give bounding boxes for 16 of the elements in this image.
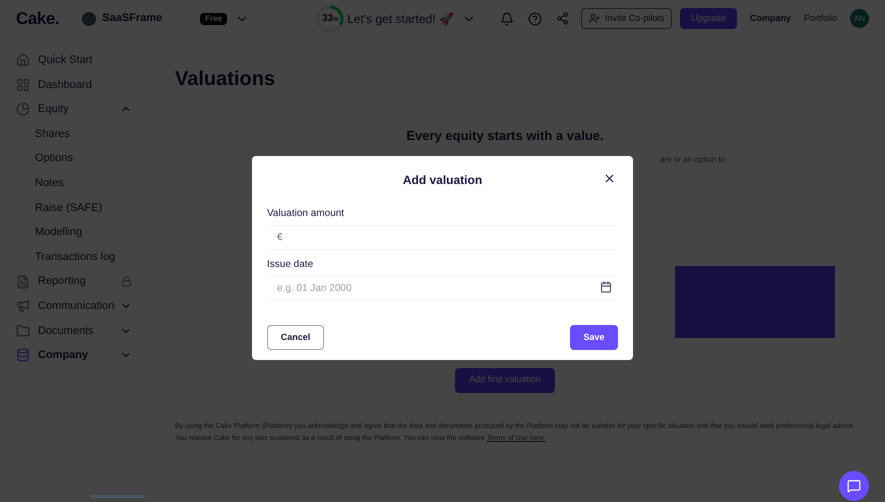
onboarding-link[interactable]: Let's get started! 🚀 — [347, 10, 454, 28]
save-button[interactable]: Save — [570, 325, 618, 350]
calendar-icon[interactable] — [600, 281, 612, 293]
nav-link[interactable]: Company — [750, 12, 791, 26]
modal-title: Add valuation — [402, 172, 482, 189]
currency-prefix: € — [277, 231, 283, 245]
cancel-button[interactable]: Cancel — [267, 325, 324, 350]
empty-state-heading: Every equity starts with a value. — [406, 127, 604, 145]
field-label: Valuation amount — [267, 207, 346, 221]
page-title: Valuations — [175, 67, 276, 92]
close-icon[interactable] — [603, 172, 616, 185]
chat-icon — [847, 479, 861, 493]
date-field[interactable]: e.g. 01 Jan 2000 — [267, 276, 618, 301]
field-label: Issue date — [267, 258, 314, 272]
bottom-scrollbar — [90, 495, 145, 498]
nav-link[interactable]: Portfolio — [804, 12, 837, 26]
